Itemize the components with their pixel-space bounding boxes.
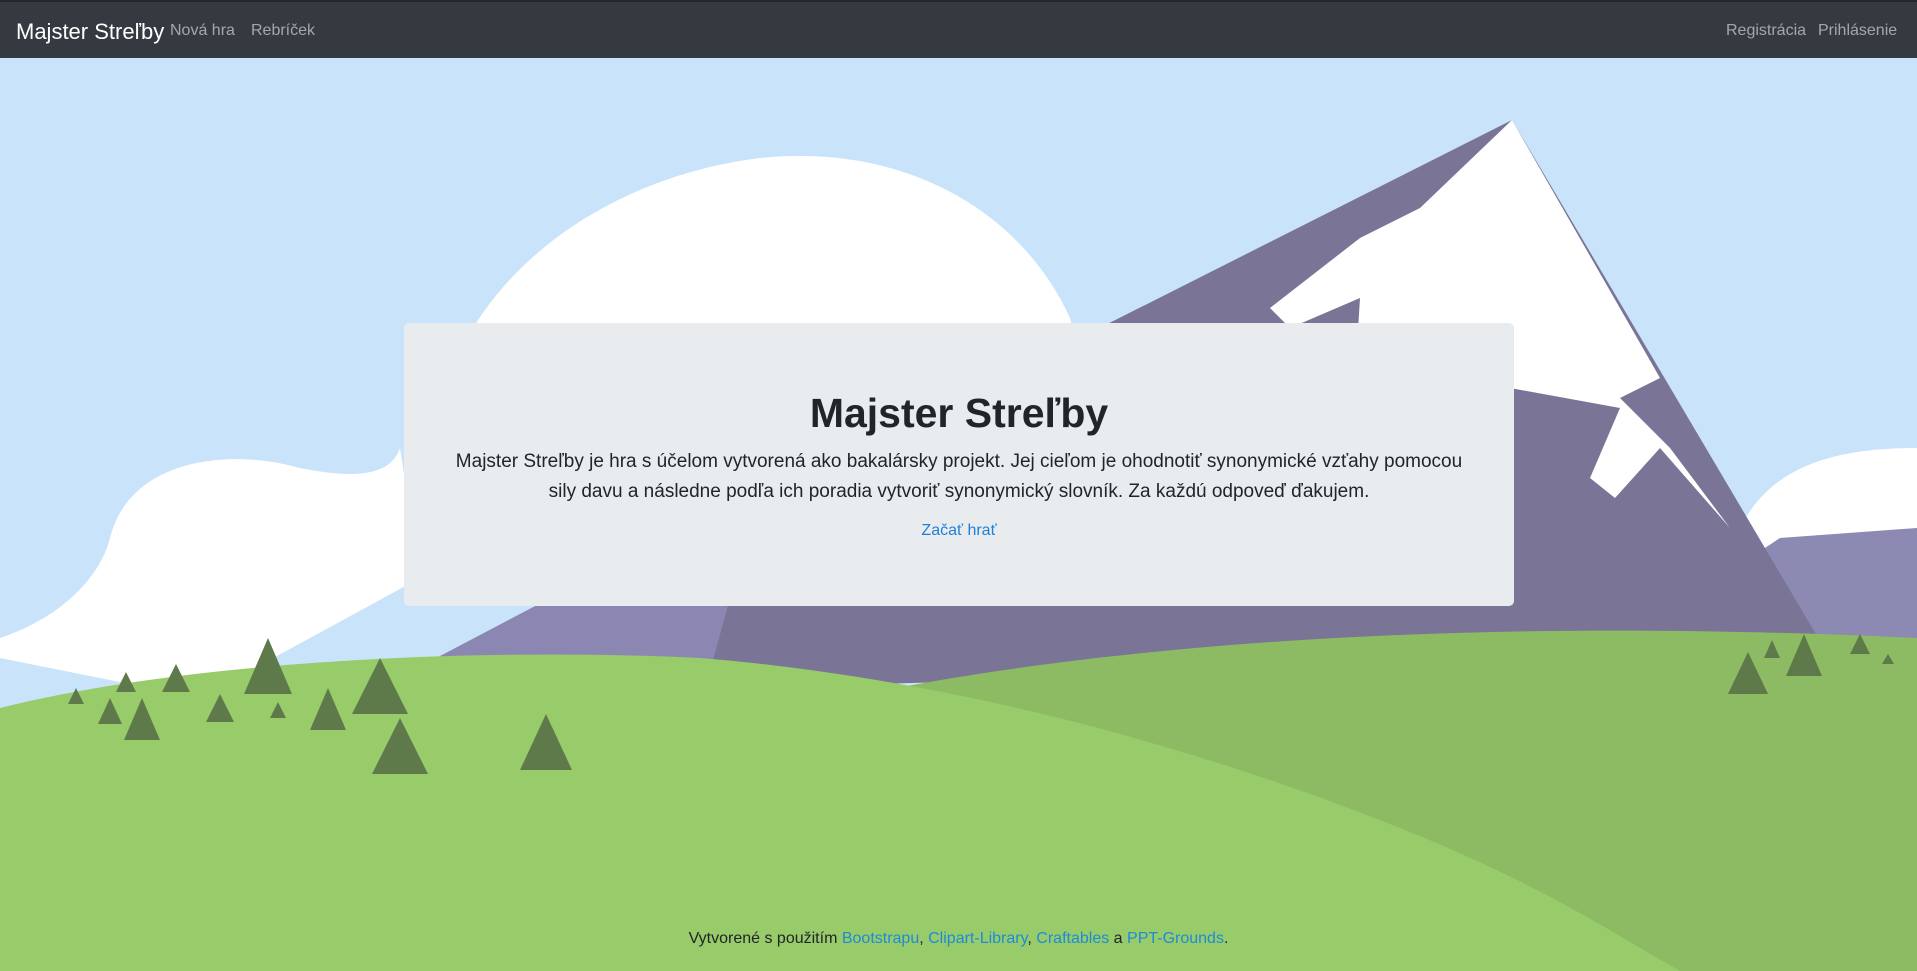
page-title: Majster Streľby xyxy=(809,390,1109,436)
footer-link-clipart-library[interactable]: Clipart-Library xyxy=(928,930,1027,947)
footer-link-ppt-grounds[interactable]: PPT-Grounds xyxy=(1127,930,1224,947)
footer-separator: a xyxy=(1109,930,1128,947)
intro-jumbotron: Majster Streľby Majster Streľby je hra s… xyxy=(404,323,1514,606)
footer-suffix: . xyxy=(1223,930,1229,947)
nav-link-leaderboard[interactable]: Rebríček xyxy=(251,21,315,41)
footer-link-bootstrap[interactable]: Bootstrapu xyxy=(842,930,919,947)
intro-description: Majster Streľby je hra s účelom vytvoren… xyxy=(455,451,1463,502)
nav-link-login[interactable]: Prihlásenie xyxy=(1818,21,1897,41)
start-game-link[interactable]: Začať hrať xyxy=(404,521,1514,541)
footer-separator: , xyxy=(1027,930,1037,947)
footer-separator: , xyxy=(919,930,929,947)
footer-link-craftables[interactable]: Craftables xyxy=(1036,930,1109,947)
top-navbar: Majster Streľby Nová hra Rebríček Regist… xyxy=(0,0,1917,58)
brand-link[interactable]: Majster Streľby xyxy=(16,19,164,45)
nav-link-new-game[interactable]: Nová hra xyxy=(170,21,235,41)
nav-link-register[interactable]: Registrácia xyxy=(1726,21,1806,41)
footer-prefix: Vytvorené s použitím xyxy=(688,930,842,947)
footer-credits: Vytvorené s použitím Bootstrapu, Clipart… xyxy=(0,929,1917,949)
